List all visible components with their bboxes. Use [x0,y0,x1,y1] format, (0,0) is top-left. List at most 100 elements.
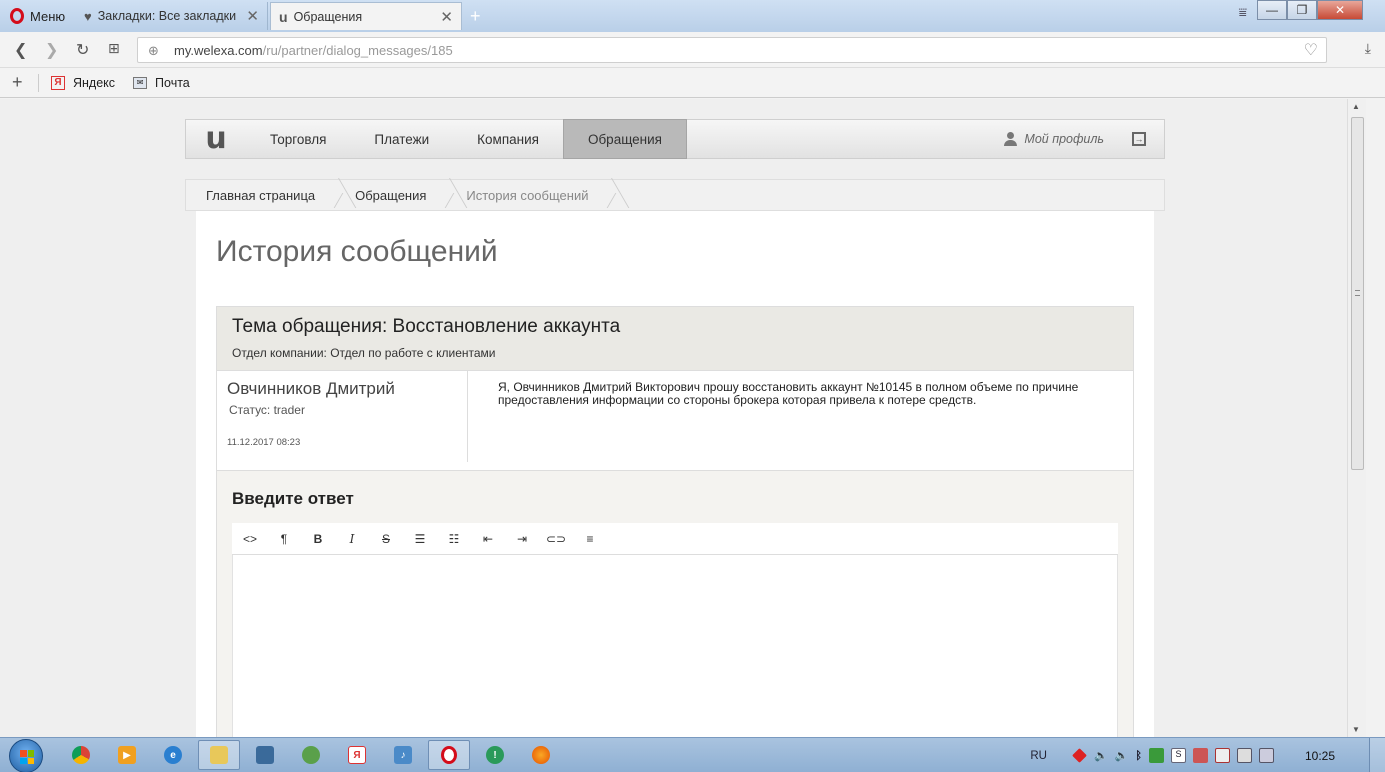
opera-logo-icon [10,8,24,24]
speaker-icon: ♪ [394,746,412,764]
close-tab-icon[interactable]: ✕ [440,8,453,26]
back-icon[interactable]: ❮ [14,40,27,60]
logout-icon[interactable]: → [1132,132,1146,146]
ticket-header: Тема обращения: Восстановление аккаунта … [217,307,1133,371]
taskbar-audio[interactable]: ♪ [382,740,424,770]
link-button[interactable]: ⊂⊃ [546,529,566,549]
download-icon[interactable]: ⤓ [1365,40,1371,57]
taskbar-opera[interactable] [428,740,470,770]
ticket-department: Отдел компании: Отдел по работе с клиент… [232,346,496,360]
users-icon [302,746,320,764]
close-window-button[interactable]: ✕ [1317,0,1363,20]
taskbar-app[interactable] [290,740,332,770]
scroll-up-icon[interactable]: ▲ [1352,102,1360,111]
bookmark-mail[interactable]: ✉ Почта [133,76,190,90]
show-desktop-button[interactable] [1369,738,1385,772]
breadcrumb: Главная страница Обращения История сообщ… [185,179,1165,211]
reload-icon[interactable]: ↻ [76,40,89,60]
scroll-thumb[interactable] [1351,117,1364,470]
nav-payments[interactable]: Платежи [350,119,453,159]
breadcrumb-appeals[interactable]: Обращения [355,188,454,203]
address-bar[interactable]: ⊕ my.welexa.com/ru/partner/dialog_messag… [137,37,1327,63]
strikethrough-button[interactable]: S [376,529,396,549]
bookmark-label: Яндекс [73,75,116,90]
bookmark-heart-icon[interactable]: ♡ [1304,40,1318,60]
page-viewport: u Торговля Платежи Компания Обращения Мо… [0,99,1366,737]
forward-icon[interactable]: ❯ [45,40,58,60]
nav-appeals[interactable]: Обращения [562,119,687,159]
volume-icon[interactable]: 🔈 [1094,749,1108,762]
taskbar-firefox[interactable] [520,740,562,770]
profile-label: Мой профиль [1024,132,1104,146]
taskbar-ie[interactable]: e [152,740,194,770]
network-error-icon[interactable] [1214,748,1230,763]
reply-editor[interactable] [232,555,1118,737]
restore-button[interactable]: ❐ [1287,0,1317,20]
taskbar-app[interactable]: ! [474,740,516,770]
sync-icon[interactable] [1148,748,1164,763]
start-button[interactable] [9,739,43,772]
add-bookmark-icon[interactable]: + [12,72,38,93]
taskbar-yandex[interactable]: Я [336,740,378,770]
message-text: Я, Овчинников Дмитрий Викторович прошу в… [498,380,1079,407]
skype-icon[interactable]: S [1170,748,1186,763]
tab-bookmarks[interactable]: ♥ Закладки: Все закладки ✕ [76,2,268,30]
align-button[interactable]: ≡ [580,529,600,549]
my-profile-link[interactable]: Мой профиль [1004,132,1104,146]
site-logo[interactable]: u [186,120,246,158]
menu-label: Меню [30,8,66,24]
heart-icon: ♥ [84,8,92,24]
bold-button[interactable]: B [308,529,328,549]
bluetooth-icon[interactable]: ᛒ [1135,750,1142,762]
taskbar: ▶ e Я ♪ ! RU 🔈 🔈 ᛒ S 10:25 [0,737,1385,772]
firefox-icon [532,746,550,764]
close-tab-icon[interactable]: ✕ [246,7,259,25]
breadcrumb-home[interactable]: Главная страница [206,188,343,203]
monitor-icon [256,746,274,764]
display-icon[interactable] [1258,748,1274,763]
taskbar-media-player[interactable]: ▶ [106,740,148,770]
paragraph-button[interactable]: ¶ [274,529,294,549]
media-player-icon: ▶ [118,746,136,764]
page-scrollbar[interactable]: ▲ ▼ [1347,99,1366,737]
taskbar-chrome[interactable] [60,740,102,770]
minimize-button[interactable]: — [1257,0,1287,20]
indent-button[interactable]: ⇥ [512,529,532,549]
nav-company[interactable]: Компания [453,119,563,159]
scroll-down-icon[interactable]: ▼ [1352,725,1360,734]
yandex-icon: Я [348,746,366,764]
chrome-icon [72,746,90,764]
reply-section: Введите ответ <> ¶ B I S ☰ ☷ ⇤ ⇥ ⊂⊃ ≡ [217,471,1133,737]
italic-button[interactable]: I [342,529,362,549]
unordered-list-button[interactable]: ☰ [410,529,430,549]
window-controls: — ❐ ✕ [1257,0,1363,20]
site-logo-icon: u [279,8,288,25]
tab-menu-icon[interactable]: ⩸ [1238,4,1247,21]
message-row: Овчинников Дмитрий Статус: trader 11.12.… [217,371,1133,471]
ordered-list-button[interactable]: ☷ [444,529,464,549]
ticket-subject: Тема обращения: Восстановление аккаунта [232,316,621,337]
speed-dial-icon[interactable]: ⊞ [108,40,120,57]
html-source-button[interactable]: <> [240,529,260,549]
taskbar-explorer[interactable] [198,740,240,770]
user-icon [1004,132,1018,146]
opera-menu-button[interactable]: Меню [0,0,76,32]
language-indicator[interactable]: RU [1030,750,1047,762]
url-path: /ru/partner/dialog_messages/185 [262,42,453,58]
tools-icon[interactable] [1192,748,1208,763]
volume-muted-icon[interactable]: 🔈 [1115,749,1129,762]
internet-explorer-icon: e [164,746,182,764]
outdent-button[interactable]: ⇤ [478,529,498,549]
diamond-icon[interactable] [1072,748,1087,763]
ticket-panel: Тема обращения: Восстановление аккаунта … [216,306,1134,737]
taskbar-app[interactable] [244,740,286,770]
bookmark-yandex[interactable]: Я Яндекс [51,75,116,90]
mail-icon: ✉ [133,76,148,89]
message-date: 11.12.2017 08:23 [227,437,301,448]
taskbar-clock[interactable]: 10:25 [1305,749,1335,763]
device-icon[interactable] [1236,748,1252,763]
new-tab-button[interactable]: + [470,6,481,27]
tab-appeals[interactable]: u Обращения ✕ [270,2,462,30]
nav-trading[interactable]: Торговля [246,119,350,159]
grip-icon [1355,290,1360,296]
